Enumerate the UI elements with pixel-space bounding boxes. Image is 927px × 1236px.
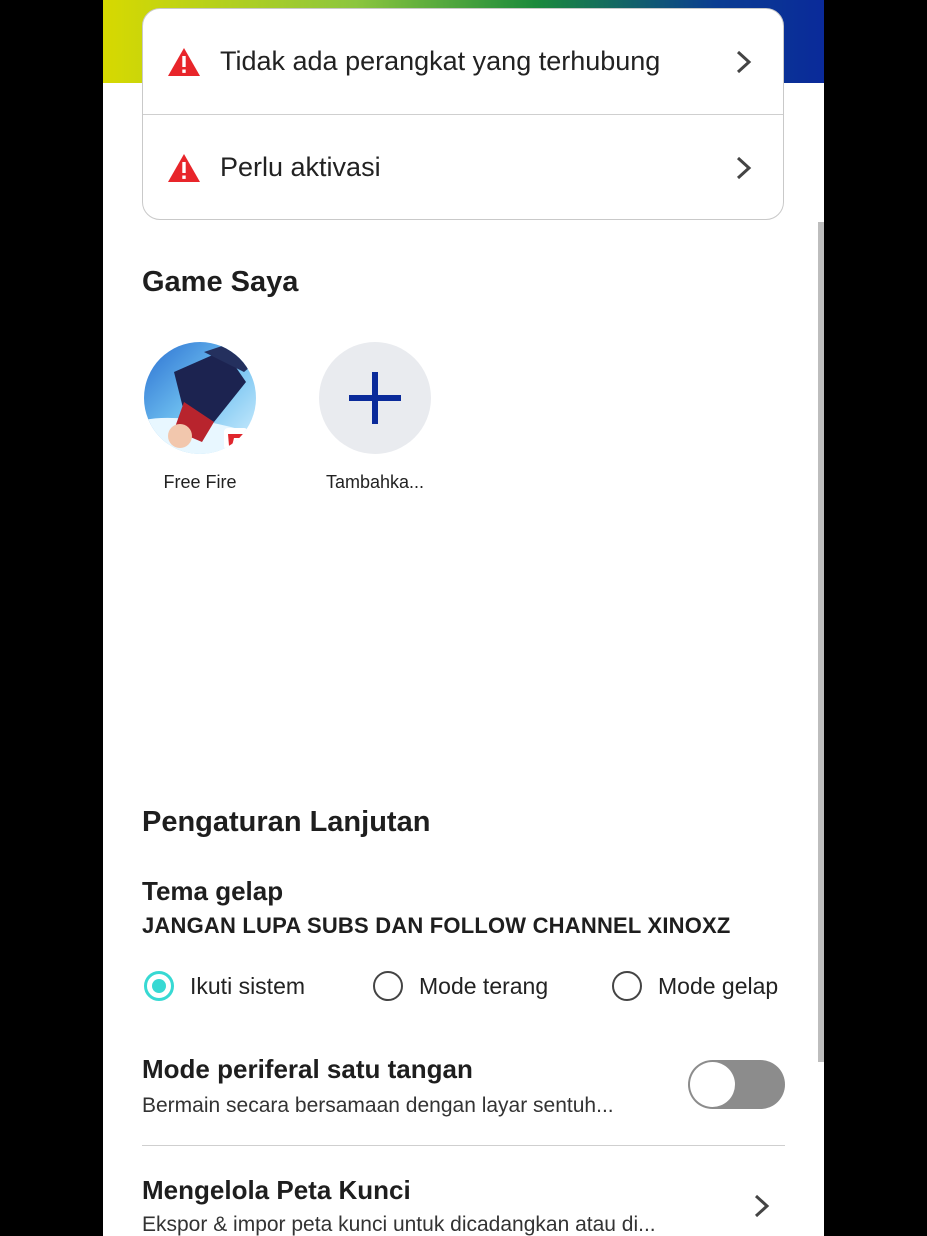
game-free-fire[interactable]: Free Fire [130, 342, 270, 493]
free-fire-game-icon [144, 342, 256, 454]
radio-label: Mode terang [419, 972, 549, 999]
advanced-settings-title: Pengaturan Lanjutan [142, 806, 431, 838]
my-games-title: Game Saya [142, 266, 299, 298]
add-game-button[interactable]: Tambahka... [305, 342, 445, 493]
dark-theme-title: Tema gelap [142, 876, 284, 906]
divider [142, 1145, 785, 1146]
radio-unselected-icon [373, 971, 403, 1001]
game-label: Free Fire [163, 472, 237, 492]
radio-label: Mode gelap [658, 972, 779, 999]
keymap-title: Mengelola Peta Kunci [142, 1175, 411, 1205]
chevron-right-icon [736, 50, 752, 73]
game-label: Tambahka... [325, 472, 425, 492]
status-row-activation[interactable]: Perlu aktivasi [143, 115, 783, 220]
keymap-subtitle: Ekspor & impor peta kunci untuk dicadang… [142, 1213, 656, 1236]
chevron-right-icon [736, 156, 752, 179]
radio-unselected-icon [612, 971, 642, 1001]
warning-icon [168, 153, 200, 182]
radio-label: Ikuti sistem [190, 972, 306, 999]
radio-follow-system[interactable]: Ikuti sistem [144, 966, 305, 1006]
status-label: Perlu aktivasi [220, 152, 381, 182]
add-game-circle [319, 342, 431, 454]
chevron-right-icon[interactable] [753, 1193, 771, 1219]
one-hand-mode-toggle[interactable] [688, 1060, 785, 1109]
radio-selected-icon [144, 971, 174, 1001]
one-hand-mode-title: Mode periferal satu tangan [142, 1054, 473, 1084]
status-label: Tidak ada perangkat yang terhubung [220, 46, 661, 76]
status-row-no-device[interactable]: Tidak ada perangkat yang terhubung [143, 9, 783, 114]
warning-icon [168, 47, 200, 76]
toggle-knob [690, 1062, 735, 1107]
channel-note: JANGAN LUPA SUBS DAN FOLLOW CHANNEL XINO… [142, 913, 731, 938]
plus-icon [349, 372, 401, 424]
radio-dark-mode[interactable]: Mode gelap [612, 966, 778, 1006]
device-status-card: Tidak ada perangkat yang terhubung Perlu… [142, 8, 784, 220]
one-hand-mode-subtitle: Bermain secara bersamaan dengan layar se… [142, 1094, 614, 1117]
radio-light-mode[interactable]: Mode terang [373, 966, 548, 1006]
scrollbar[interactable] [818, 222, 824, 1062]
app-screen: Tidak ada perangkat yang terhubung Perlu… [103, 0, 824, 1236]
